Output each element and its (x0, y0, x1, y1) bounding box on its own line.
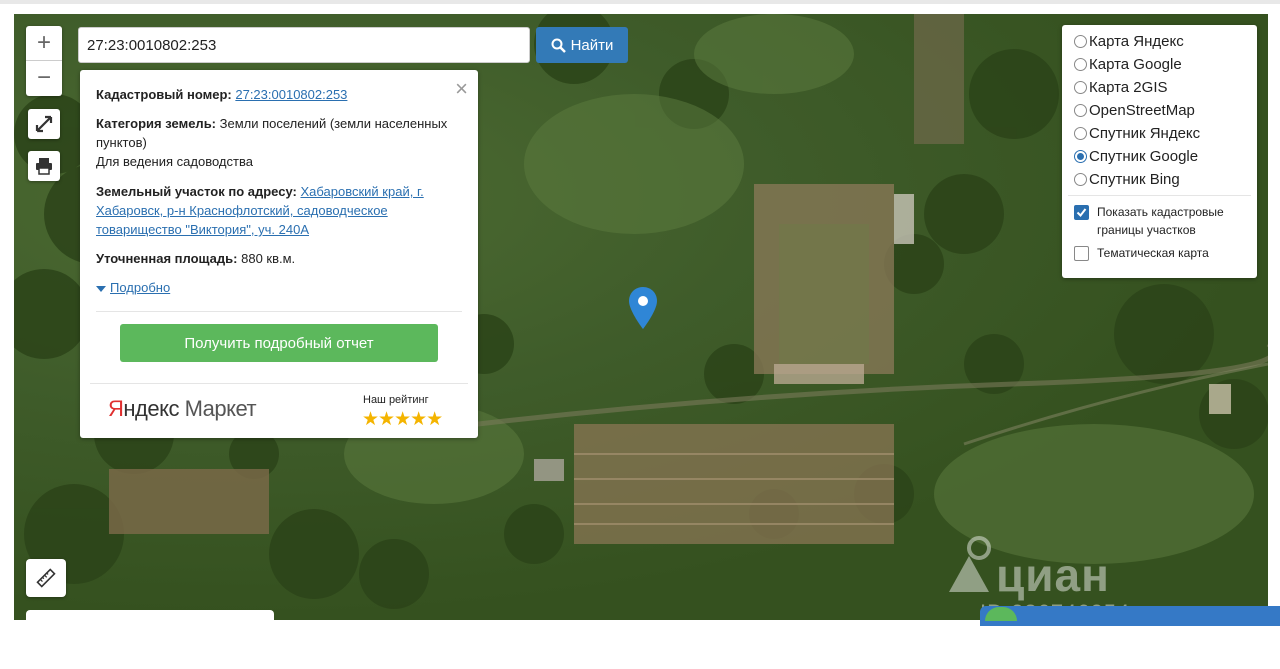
radio-icon (1074, 127, 1087, 140)
checkbox-icon (1074, 246, 1089, 261)
zoom-control: + − (26, 26, 62, 96)
layer-option-bing-satellite[interactable]: Спутник Bing (1074, 171, 1180, 188)
ruler-icon (36, 568, 56, 588)
radio-icon (1074, 81, 1087, 94)
close-icon[interactable]: × (455, 76, 468, 102)
zoom-in-button[interactable]: + (26, 26, 62, 60)
cadastral-label: Кадастровый номер: (96, 87, 232, 102)
rating-label: Наш рейтинг (363, 394, 429, 406)
usage-row: Для ведения садоводства (96, 154, 253, 169)
radio-icon (1074, 35, 1087, 48)
checkbox-checked-icon (1074, 205, 1089, 220)
bottom-banner[interactable] (980, 606, 1280, 626)
cadastral-number-link[interactable]: 27:23:0010802:253 (235, 87, 347, 102)
cian-logo-icon (949, 536, 991, 592)
area-label: Уточненная площадь: (96, 251, 238, 266)
printer-icon (36, 158, 52, 175)
layer-option-google-satellite[interactable]: Спутник Google (1074, 148, 1198, 165)
rating-stars: ★★★★★ (362, 409, 443, 430)
radio-icon (1074, 58, 1087, 71)
ruler-button[interactable] (26, 559, 66, 597)
layer-switcher: Карта Яндекс Карта Google Карта 2GIS Ope… (1062, 25, 1257, 278)
area-value: 880 кв.м. (241, 251, 296, 266)
radio-selected-icon (1074, 150, 1087, 163)
location-marker[interactable] (628, 286, 658, 330)
watermark-name: циан (996, 549, 1110, 601)
yandex-market-logo[interactable]: Яндекс Маркет (108, 396, 257, 422)
fullscreen-button[interactable] (28, 109, 60, 139)
bottom-card (26, 610, 274, 630)
parcel-info-popup: × Кадастровый номер: 27:23:0010802:253 К… (80, 70, 478, 438)
search-icon (551, 38, 566, 53)
print-button[interactable] (28, 151, 60, 181)
category-label: Категория земель: (96, 116, 217, 131)
top-border (0, 0, 1280, 4)
show-cadastral-borders-checkbox[interactable]: Показать кадастровые границы участков (1074, 203, 1249, 239)
expand-icon (35, 115, 53, 133)
find-button-label: Найти (570, 36, 614, 54)
address-label: Земельный участок по адресу: (96, 184, 297, 199)
details-toggle[interactable]: Подробно (96, 280, 170, 295)
cadastral-number-row: Кадастровый номер: 27:23:0010802:253 (96, 85, 456, 104)
layer-option-google-map[interactable]: Карта Google (1074, 56, 1182, 73)
find-button[interactable]: Найти (536, 27, 628, 63)
layer-option-openstreetmap[interactable]: OpenStreetMap (1074, 102, 1195, 119)
caret-down-icon (96, 285, 106, 292)
divider (96, 311, 462, 312)
divider (1068, 195, 1251, 196)
land-category-row: Категория земель: Земли поселений (земли… (96, 114, 456, 152)
layer-option-yandex-map[interactable]: Карта Яндекс (1074, 33, 1184, 50)
map-pin-icon (629, 287, 657, 329)
layer-option-yandex-satellite[interactable]: Спутник Яндекс (1074, 125, 1200, 142)
radio-icon (1074, 173, 1087, 186)
radio-icon (1074, 104, 1087, 117)
get-report-button[interactable]: Получить подробный отчет (120, 324, 438, 362)
zoom-out-button[interactable]: − (26, 61, 62, 95)
address-row: Земельный участок по адресу: Хабаровский… (96, 182, 456, 239)
cadastral-search-input[interactable] (78, 27, 530, 63)
area-row: Уточненная площадь: 880 кв.м. (96, 249, 456, 268)
details-label: Подробно (110, 280, 171, 295)
thematic-map-checkbox[interactable]: Тематическая карта (1074, 244, 1249, 262)
divider (90, 383, 468, 384)
layer-option-2gis-map[interactable]: Карта 2GIS (1074, 79, 1168, 96)
